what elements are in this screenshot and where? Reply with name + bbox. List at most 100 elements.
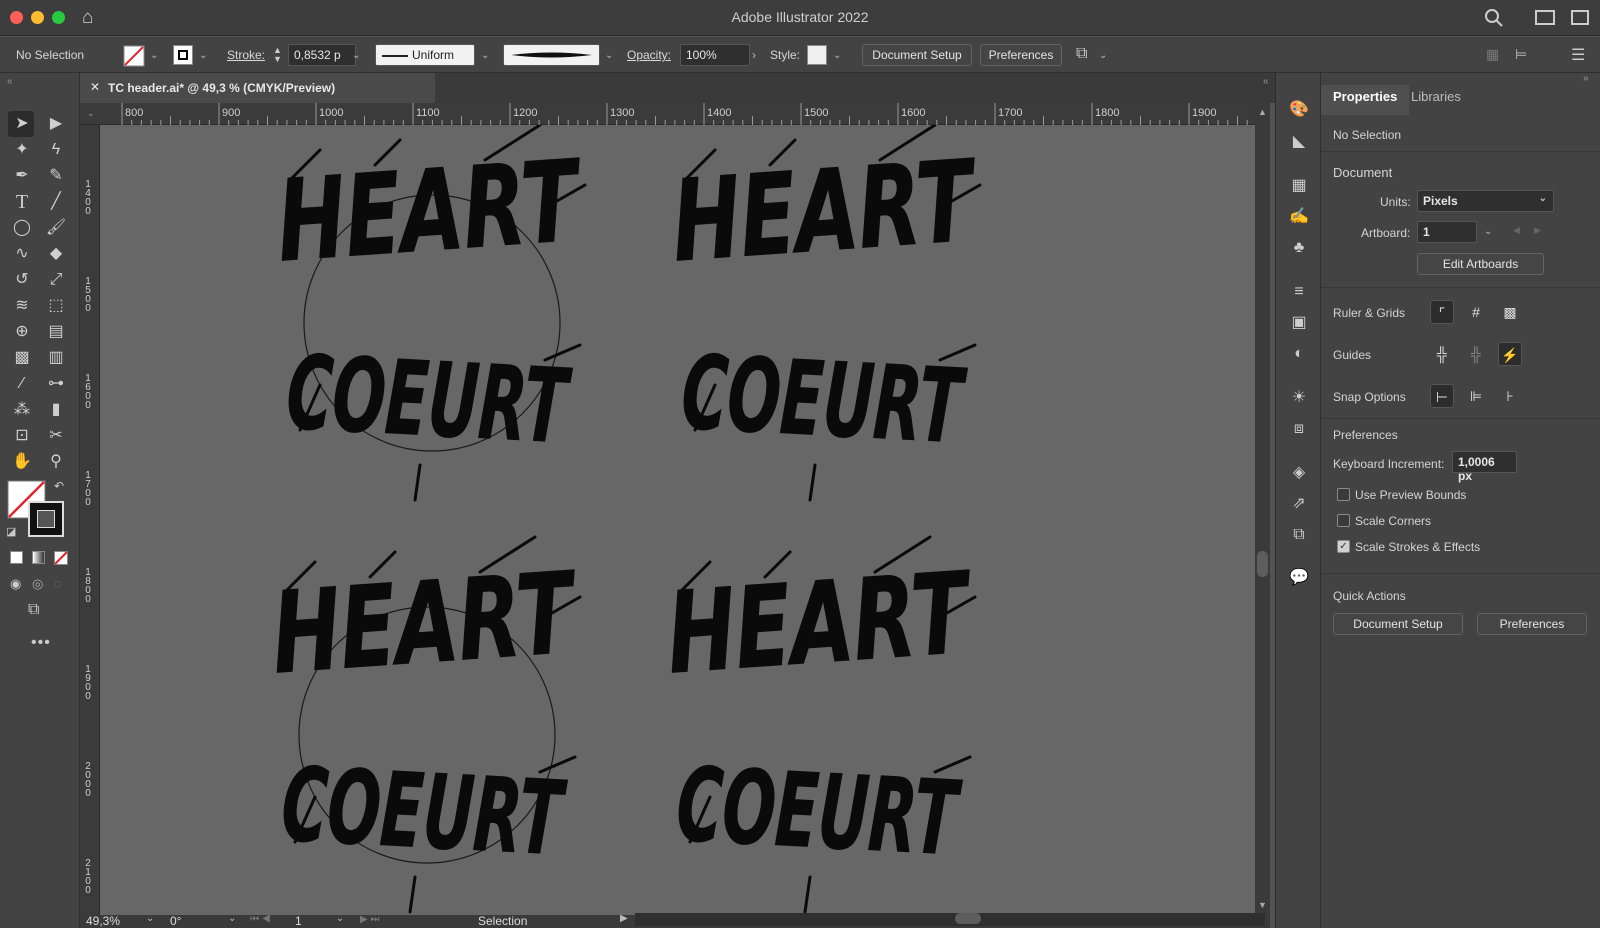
opacity-input[interactable]: 100% [680, 44, 750, 66]
graphic-style-swatch[interactable] [807, 45, 827, 65]
eraser-tool-icon[interactable]: ◆ [45, 243, 67, 265]
layers-icon[interactable]: ◈ [1288, 462, 1310, 484]
grid-icon[interactable]: # [1464, 300, 1488, 324]
graphic-styles-icon[interactable]: ⧈ [1288, 418, 1310, 440]
snap-to-point-icon[interactable]: ⊢ [1430, 384, 1454, 408]
blend-tool-icon[interactable]: ⊶ [45, 373, 67, 395]
draw-behind-icon[interactable]: ◎ [32, 576, 43, 592]
stroke-color-swatch[interactable] [28, 501, 64, 537]
scale-tool-icon[interactable]: ⤢ [45, 269, 67, 291]
scale-corners-checkbox[interactable] [1337, 514, 1350, 527]
scroll-down-icon[interactable]: ▼ [1258, 900, 1267, 910]
hand-tool-icon[interactable]: ✋ [11, 451, 33, 473]
next-artboard-icon[interactable]: ▶ [1534, 225, 1541, 236]
stroke-panel-icon[interactable]: ≡ [1288, 281, 1310, 303]
cc-libraries-icon[interactable]: ◣ [1288, 131, 1310, 153]
shaper-tool-icon[interactable]: ∿ [11, 243, 33, 265]
previous-artboard-icon[interactable]: ◀ [1513, 225, 1520, 236]
align-icon[interactable]: ▦ [1486, 46, 1499, 63]
comments-icon[interactable]: 💬 [1288, 567, 1310, 589]
zoom-level[interactable]: 49,3% [86, 914, 120, 928]
transform-icon[interactable]: ⊨ [1515, 46, 1527, 63]
chevron-down-icon[interactable]: ⌄ [481, 50, 489, 61]
artboard-navigator[interactable]: 1 [295, 914, 302, 928]
chevron-down-icon[interactable]: ⌄ [228, 913, 236, 924]
tab-libraries[interactable]: Libraries [1411, 89, 1461, 104]
rotation-value[interactable]: 0° [170, 914, 181, 928]
smart-guides-icon[interactable]: ⚡ [1498, 342, 1522, 366]
scroll-thumb[interactable] [955, 913, 981, 924]
preferences-button[interactable]: Preferences [980, 44, 1062, 66]
stroke-weight-input[interactable]: 0,8532 p [288, 44, 356, 66]
opacity-label[interactable]: Opacity: [627, 48, 671, 62]
swatches-icon[interactable]: ▦ [1288, 175, 1310, 197]
keyboard-increment-input[interactable]: 1,0006 px [1452, 451, 1517, 483]
first-artboard-icon[interactable]: ⏮ ◀ [250, 914, 271, 925]
chevron-down-icon[interactable]: ⌄ [1099, 50, 1107, 61]
gradient-mode-icon[interactable] [32, 551, 45, 564]
artboard-tool-icon[interactable]: ⊡ [11, 425, 33, 447]
expand-icon[interactable]: » [1583, 73, 1589, 84]
direct-selection-tool-icon[interactable]: ▶ [45, 113, 67, 135]
scroll-up-icon[interactable]: ▲ [1258, 107, 1267, 117]
arrange-documents-icon[interactable]: ⧉ [1076, 45, 1087, 63]
paintbrush-tool-icon[interactable]: 🖌 [45, 217, 67, 239]
selection-tool-icon[interactable]: ➤ [11, 113, 33, 135]
ellipse-tool-icon[interactable]: ◯ [11, 217, 33, 239]
quick-document-setup-button[interactable]: Document Setup [1333, 613, 1463, 635]
pen-tool-icon[interactable]: ✒ [11, 165, 33, 187]
gradient-panel-icon[interactable]: ▣ [1288, 312, 1310, 334]
swap-colors-icon[interactable]: ↶ [54, 479, 64, 493]
artboard-input[interactable]: 1 [1417, 221, 1477, 243]
transparency-grid-icon[interactable]: ▩ [1498, 300, 1522, 324]
workspace-switcher-icon[interactable] [1535, 10, 1555, 25]
zoom-tool-icon[interactable]: ⚲ [45, 451, 67, 473]
chevron-down-icon[interactable]: ⌄ [336, 913, 344, 924]
lock-guides-icon[interactable]: ╬ [1464, 342, 1488, 366]
stroke-swatch[interactable] [173, 45, 193, 65]
chevron-down-icon[interactable]: ⌄ [150, 50, 158, 61]
column-graph-tool-icon[interactable]: ▮ [45, 399, 67, 421]
quick-preferences-button[interactable]: Preferences [1477, 613, 1587, 635]
status-menu-icon[interactable]: ▶ [620, 913, 628, 924]
chevron-down-icon[interactable]: ⌄ [833, 50, 841, 61]
color-mode-icon[interactable] [10, 551, 23, 564]
collapse-icon[interactable]: « [1263, 76, 1269, 87]
lasso-tool-icon[interactable]: ϟ [45, 139, 67, 161]
panel-menu-icon[interactable]: ☰ [1571, 45, 1585, 65]
symbol-sprayer-tool-icon[interactable]: ⁂ [11, 399, 33, 421]
transparency-icon[interactable]: ◐ [1288, 343, 1310, 365]
chevron-down-icon[interactable]: ⌄ [146, 913, 154, 924]
ruler-icon[interactable]: ⌜ [1430, 300, 1454, 324]
use-preview-bounds-checkbox[interactable] [1337, 488, 1350, 501]
gradient-tool-icon[interactable]: ▥ [45, 347, 67, 369]
chevron-down-icon[interactable]: ⌄ [1484, 226, 1492, 237]
search-icon[interactable] [1484, 8, 1504, 28]
edit-artboards-button[interactable]: Edit Artboards [1417, 253, 1544, 275]
asset-export-icon[interactable]: ⇗ [1288, 493, 1310, 515]
appearance-icon[interactable]: ☀ [1288, 387, 1310, 409]
type-tool-icon[interactable]: T [11, 191, 33, 213]
stroke-label[interactable]: Stroke: [227, 48, 265, 62]
panel-toggle-icon[interactable] [1571, 10, 1589, 25]
line-segment-tool-icon[interactable]: ╱ [45, 191, 67, 213]
artboard-canvas[interactable]: HEART COEURT HEART COEURT HEART COEURT HEART CO… [100, 125, 1255, 915]
screen-mode-icon[interactable]: ⧉ [28, 601, 39, 619]
collapse-icon[interactable]: « [7, 76, 13, 87]
vertical-scrollbar[interactable]: ▲ ▼ [1255, 103, 1270, 915]
document-tab[interactable]: ✕ TC header.ai* @ 49,3 % (CMYK/Preview) [80, 73, 435, 103]
tab-properties[interactable]: Properties [1333, 89, 1397, 104]
rotate-tool-icon[interactable]: ↺ [11, 269, 33, 291]
warp-tool-icon[interactable]: ≋ [11, 295, 33, 317]
chevron-right-icon[interactable]: › [752, 48, 756, 62]
draw-inside-icon[interactable]: ◌ [54, 576, 62, 591]
fill-none-swatch[interactable] [123, 45, 145, 67]
document-setup-button[interactable]: Document Setup [862, 44, 972, 66]
mesh-tool-icon[interactable]: ▩ [11, 347, 33, 369]
magic-wand-tool-icon[interactable]: ✦ [11, 139, 33, 161]
close-tab-icon[interactable]: ✕ [90, 80, 100, 94]
slice-tool-icon[interactable]: ✂ [45, 425, 67, 447]
chevron-down-icon[interactable]: ⌄ [199, 50, 207, 61]
color-guide-icon[interactable]: 🎨 [1288, 99, 1310, 121]
curvature-tool-icon[interactable]: ✎ [45, 165, 67, 187]
